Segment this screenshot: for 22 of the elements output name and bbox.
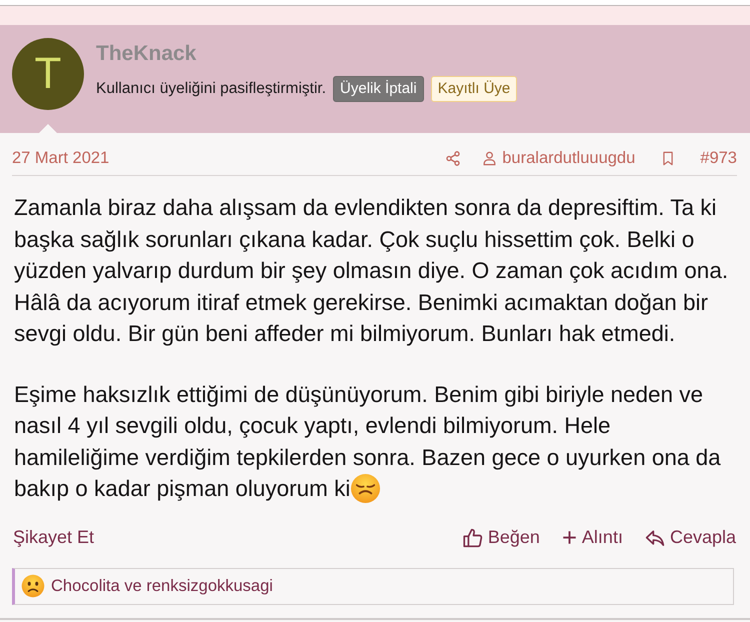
- user-avatar[interactable]: T: [12, 38, 84, 110]
- user-icon: [482, 150, 498, 166]
- user-link[interactable]: buralardutluuugdu: [482, 148, 636, 168]
- share-icon[interactable]: [445, 150, 462, 166]
- like-button[interactable]: Beğen: [462, 527, 540, 548]
- post-paragraph: Zamanla biraz daha alışsam da evlendikten sonra da depresiftim. Ta ki başka sağlık sorunları çıkana kadar. Çok suçlu hissettim çok. Belki o yüzden yalvarıp durdum bir şey olmasın diye. O zaman çok acıdım ona. Hâlâ da acıyorum itiraf etmek gerekirse. Benimki acımaktan doğan bir sevgi oldu. Bir gün beni affeder mi bilmiyorum. Bunları hak etmedi.: [14, 195, 728, 346]
- reply-button[interactable]: Cevapla: [644, 527, 736, 548]
- user-status-badge: Üyelik İptali: [333, 76, 424, 102]
- post-date-link[interactable]: 27 Mart 2021: [12, 148, 110, 168]
- user-status-text: Kullanıcı üyeliğini pasifleştirmiştir.: [96, 80, 326, 98]
- notch-icon: [39, 124, 57, 133]
- report-link[interactable]: Şikayet Et: [13, 527, 94, 548]
- quote-button[interactable]: Alıntı: [562, 527, 623, 548]
- post-number-link[interactable]: #973: [700, 148, 737, 168]
- reply-arrow-icon: [644, 528, 665, 548]
- plus-icon: [562, 530, 577, 545]
- reactions-link[interactable]: Chocolita ve renksizgokkusagi: [51, 576, 273, 596]
- user-role-badge: Kayıtlı Üye: [430, 76, 518, 102]
- post-paragraph: Eşime haksızlık ettiğimi de düşünüyorum. Benim gibi biriyle neden ve nasıl 4 yıl sevgili oldu, çocuk yaptı, evlendi bilmiyorum. Hele hamileliğime verdiğim tepkilerden sonra. Bazen gece o uyurken ona da bakıp o kadar pişman oluyorum ki: [14, 382, 721, 501]
- bookmark-icon[interactable]: [661, 150, 676, 166]
- frowning-face-icon: [21, 574, 45, 598]
- thumbs-up-icon: [462, 528, 483, 548]
